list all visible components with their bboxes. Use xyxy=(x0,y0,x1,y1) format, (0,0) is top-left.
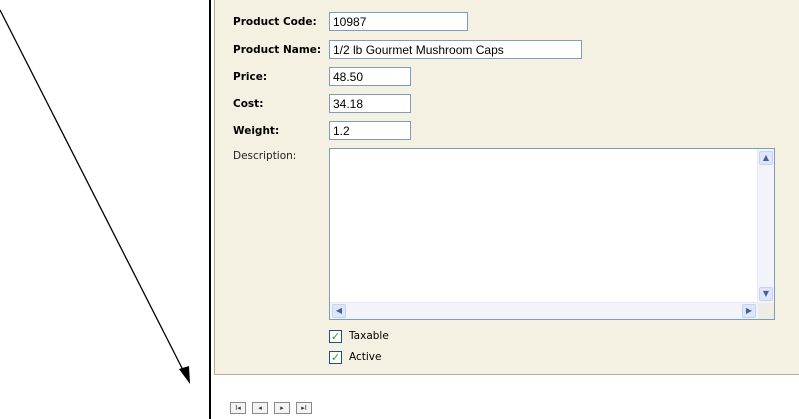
price-label: Price: xyxy=(233,71,268,83)
product-form-panel: Product Code: 10987 Product Name: 1/2 lb… xyxy=(214,0,799,375)
first-record-button[interactable]: I◂ xyxy=(230,402,246,414)
check-icon: ✓ xyxy=(330,351,341,364)
previous-record-button[interactable]: ◂ xyxy=(252,402,268,414)
scroll-up-icon[interactable]: ▲ xyxy=(759,151,773,165)
active-label: Active xyxy=(349,351,382,363)
scroll-left-icon[interactable]: ◀ xyxy=(332,304,346,318)
weight-field[interactable]: 1.2 xyxy=(329,121,411,140)
product-name-label: Product Name: xyxy=(233,44,322,56)
taxable-checkbox[interactable]: ✓ xyxy=(329,330,342,343)
active-checkbox[interactable]: ✓ xyxy=(329,351,342,364)
scroll-down-icon[interactable]: ▼ xyxy=(759,287,773,301)
scroll-right-icon[interactable]: ▶ xyxy=(742,304,756,318)
taxable-label: Taxable xyxy=(349,330,389,342)
description-textarea[interactable]: ▲ ▼ ◀ ▶ xyxy=(329,148,775,320)
description-vertical-scrollbar[interactable]: ▲ ▼ xyxy=(757,149,774,303)
cost-field[interactable]: 34.18 xyxy=(329,94,411,113)
scrollbar-corner xyxy=(758,303,774,319)
description-label: Description: xyxy=(233,150,297,162)
annotation-arrow xyxy=(0,9,190,384)
product-name-field[interactable]: 1/2 lb Gourmet Mushroom Caps xyxy=(329,40,582,59)
cost-label: Cost: xyxy=(233,98,264,110)
price-field[interactable]: 48.50 xyxy=(329,67,411,86)
next-record-button[interactable]: ▸ xyxy=(274,402,290,414)
weight-label: Weight: xyxy=(233,125,280,137)
product-code-field[interactable]: 10987 xyxy=(329,12,468,31)
check-icon: ✓ xyxy=(330,330,341,343)
description-horizontal-scrollbar[interactable]: ◀ ▶ xyxy=(330,302,758,319)
product-code-label: Product Code: xyxy=(233,16,317,28)
last-record-button[interactable]: ▸I xyxy=(296,402,312,414)
